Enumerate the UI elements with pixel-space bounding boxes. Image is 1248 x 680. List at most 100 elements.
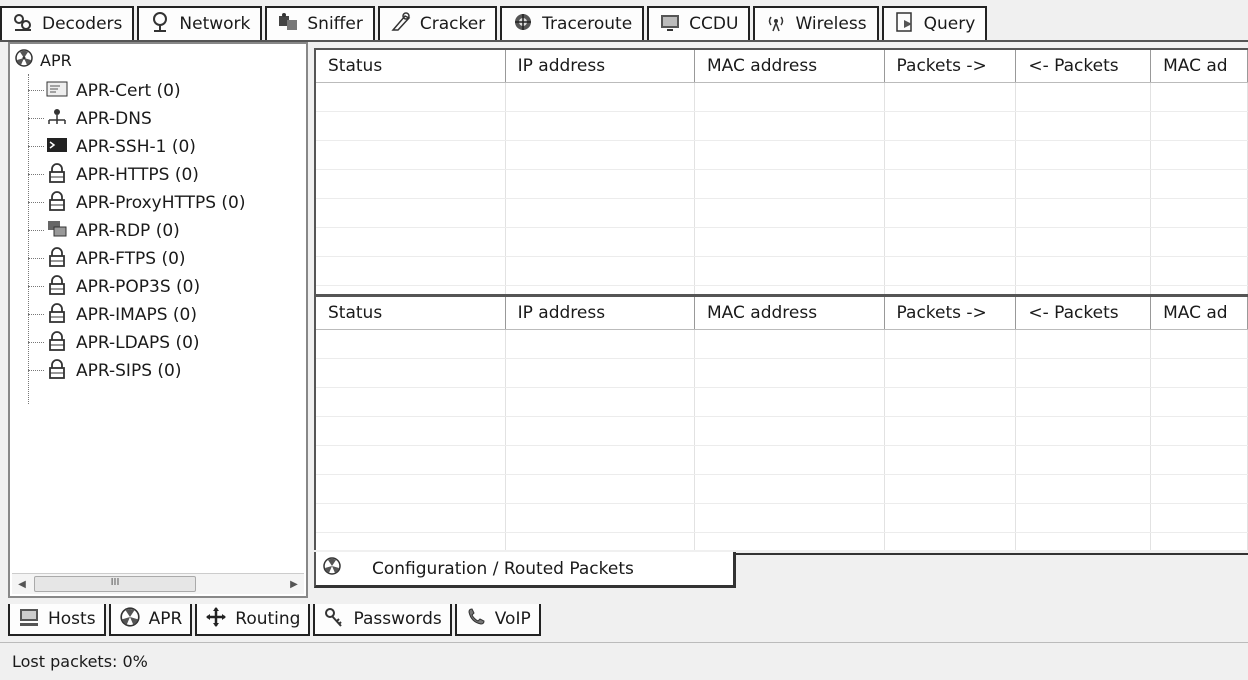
empty-grid-row [316, 82, 1248, 112]
decoders-icon [12, 11, 34, 38]
column-header-mac-address[interactable]: MAC address [694, 50, 885, 83]
lock-icon [46, 358, 76, 384]
tab-configuration-routed-packets[interactable]: Configuration / Routed Packets [314, 552, 736, 588]
empty-grid-row [316, 358, 1248, 388]
tree-item-apr-sips[interactable]: APR-SIPS (0) [28, 358, 181, 384]
empty-grid-row [316, 416, 1248, 446]
tab-routing[interactable]: Routing [195, 604, 311, 636]
column-header-mac-address[interactable]: MAC address [694, 297, 885, 330]
apr-tree-pane: APR APR-Cert (0) APR-DNS APR-SSH-1 (0) A… [8, 42, 308, 598]
tab-passwords-label: Passwords [353, 609, 442, 629]
lower-packet-grid: Status IP address MAC address Packets ->… [314, 294, 1248, 550]
tab-hosts-label: Hosts [48, 609, 96, 629]
status-bar: Lost packets: 0% [0, 642, 1248, 680]
column-header-ip-address[interactable]: IP address [505, 50, 696, 83]
tab-ccdu-label: CCDU [689, 14, 739, 34]
column-header-status[interactable]: Status [316, 50, 506, 83]
traceroute-icon [512, 11, 534, 38]
tab-network-label: Network [179, 14, 251, 34]
tree-item-label: APR-ProxyHTTPS (0) [76, 193, 246, 213]
empty-grid-row [316, 532, 1248, 550]
tree-item-label: APR-IMAPS (0) [76, 305, 197, 325]
column-header-ip-address[interactable]: IP address [505, 297, 696, 330]
lock-icon [46, 274, 76, 300]
empty-grid-row [316, 285, 1248, 294]
tree-root-apr[interactable]: APR [14, 48, 72, 72]
routing-icon [205, 606, 227, 633]
tree-item-label: APR-POP3S (0) [76, 277, 201, 297]
tab-apr[interactable]: APR [108, 604, 193, 636]
tab-cracker-label: Cracker [419, 14, 486, 34]
upper-grid-table: Status IP address MAC address Packets ->… [316, 50, 1248, 294]
lock-icon [46, 162, 76, 188]
empty-grid-row [316, 111, 1248, 141]
tree-item-apr-ftps[interactable]: APR-FTPS (0) [28, 246, 186, 272]
lower-grid-table: Status IP address MAC address Packets ->… [316, 297, 1248, 550]
tree-item-label: APR-Cert (0) [76, 81, 181, 101]
scroll-right-arrow-icon[interactable]: ▶ [284, 579, 304, 590]
scroll-left-arrow-icon[interactable]: ◀ [12, 579, 32, 590]
tab-voip[interactable]: VoIP [454, 604, 541, 636]
certificate-icon [46, 79, 76, 104]
tab-passwords[interactable]: Passwords [313, 604, 452, 636]
empty-grid-row [316, 227, 1248, 257]
tab-query[interactable]: Query [881, 6, 988, 40]
tab-sniffer-label: Sniffer [307, 14, 363, 34]
tree-item-apr-imaps[interactable]: APR-IMAPS (0) [28, 302, 197, 328]
column-header-packets-in[interactable]: <- Packets [1015, 50, 1152, 83]
tab-ccdu[interactable]: CCDU [647, 6, 751, 40]
column-header-mac-address-2[interactable]: MAC ad [1150, 50, 1248, 83]
tree-item-apr-ldaps[interactable]: APR-LDAPS (0) [28, 330, 200, 356]
tree-item-apr-cert[interactable]: APR-Cert (0) [28, 78, 181, 104]
tab-decoders-label: Decoders [42, 14, 123, 34]
remote-desktop-icon [46, 219, 76, 244]
tab-cracker[interactable]: Cracker [377, 6, 498, 40]
lower-grid-body [316, 329, 1248, 550]
tree-item-label: APR-SIPS (0) [76, 361, 182, 381]
tab-wireless[interactable]: Wireless [753, 6, 879, 40]
column-header-packets-out[interactable]: Packets -> [884, 50, 1017, 83]
scrollbar-thumb[interactable]: III [34, 576, 196, 592]
tree-item-label: APR-LDAPS (0) [76, 333, 200, 353]
tree-horizontal-scrollbar[interactable]: ◀ III ▶ [12, 573, 304, 594]
column-header-status[interactable]: Status [316, 297, 506, 330]
lost-packets-status: Lost packets: 0% [12, 652, 148, 671]
tree-item-apr-https[interactable]: APR-HTTPS (0) [28, 162, 199, 188]
tree-item-apr-ssh-1[interactable]: APR-SSH-1 (0) [28, 134, 196, 160]
passwords-icon [323, 606, 345, 633]
tab-wireless-label: Wireless [795, 14, 867, 34]
empty-grid-row [316, 169, 1248, 199]
tree-item-label: APR-FTPS (0) [76, 249, 186, 269]
empty-grid-row [316, 503, 1248, 533]
upper-grid-header-row: Status IP address MAC address Packets ->… [316, 50, 1248, 83]
lock-icon [46, 190, 76, 216]
tree-item-apr-dns[interactable]: APR-DNS [28, 106, 152, 132]
empty-grid-row [316, 256, 1248, 286]
empty-grid-row [316, 140, 1248, 170]
tab-decoders[interactable]: Decoders [0, 6, 135, 40]
cracker-icon [390, 11, 412, 38]
lock-icon [46, 330, 76, 356]
wireless-icon [765, 11, 787, 38]
bottom-tab-strip: Hosts APR Routing Passwords VoIP [8, 604, 544, 638]
tab-traceroute[interactable]: Traceroute [500, 6, 645, 40]
tree-item-apr-pop3s[interactable]: APR-POP3S (0) [28, 274, 200, 300]
column-header-mac-address-2[interactable]: MAC ad [1150, 297, 1248, 330]
tab-routing-label: Routing [235, 609, 301, 629]
tab-hosts[interactable]: Hosts [8, 604, 106, 636]
tab-traceroute-label: Traceroute [542, 14, 633, 34]
tab-network[interactable]: Network [137, 6, 263, 40]
empty-grid-row [316, 198, 1248, 228]
upper-grid-body [316, 82, 1248, 294]
dns-network-icon [46, 107, 76, 132]
empty-grid-row [316, 445, 1248, 475]
tree-root-label: APR [40, 50, 72, 70]
voip-icon [465, 606, 487, 633]
tree-item-label: APR-HTTPS (0) [76, 165, 199, 185]
tab-sniffer[interactable]: Sniffer [265, 6, 375, 40]
tree-item-apr-proxyhttps[interactable]: APR-ProxyHTTPS (0) [28, 190, 246, 216]
tree-item-apr-rdp[interactable]: APR-RDP (0) [28, 218, 180, 244]
column-header-packets-in[interactable]: <- Packets [1015, 297, 1152, 330]
apr-radiation-icon [119, 606, 141, 633]
column-header-packets-out[interactable]: Packets -> [884, 297, 1017, 330]
